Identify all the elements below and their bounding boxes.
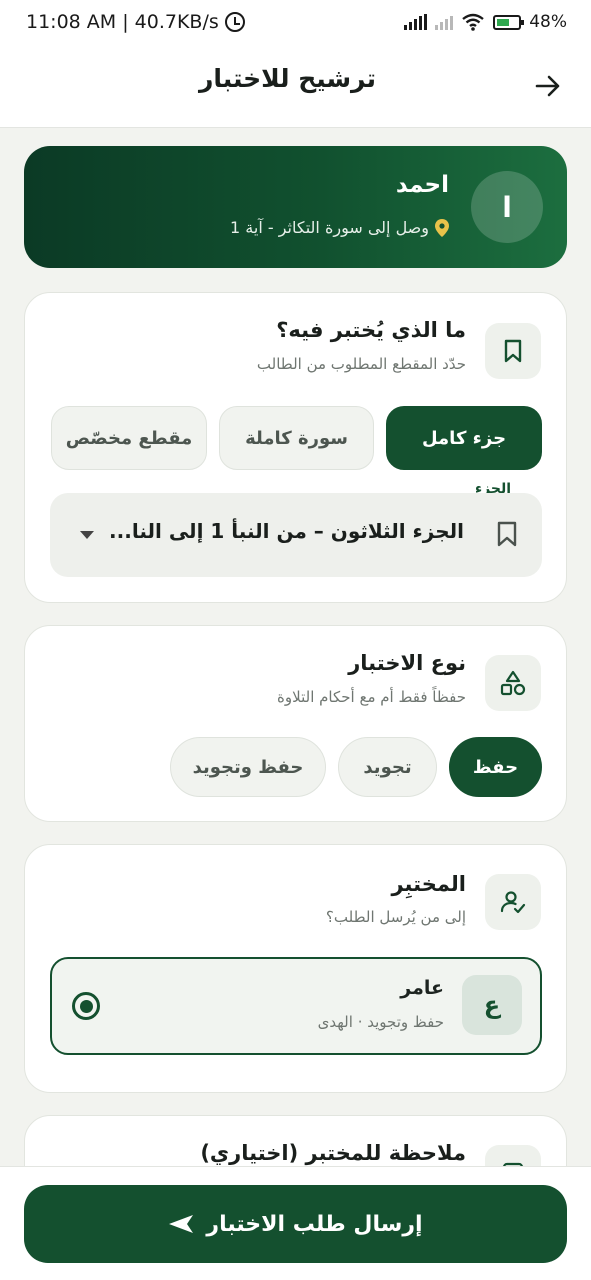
student-progress: وصل إلى سورة التكاثر - آية 1	[230, 218, 449, 237]
examiner-name: عامر	[400, 977, 444, 999]
send-icon	[169, 1215, 194, 1233]
signal-no-service-icon	[435, 14, 454, 30]
chip-full-juz[interactable]: جزء كامل	[386, 406, 542, 470]
examiner-subtitle: إلى من يُرسل الطلب؟	[325, 908, 466, 926]
back-button[interactable]	[530, 68, 566, 104]
student-progress-text: وصل إلى سورة التكاثر - آية 1	[230, 218, 429, 237]
examiner-radio[interactable]	[72, 992, 100, 1020]
examiner-card: المختبِر إلى من يُرسل الطلب؟ ع عامر حفظ …	[24, 844, 567, 1093]
exam-type-title: نوع الاختبار	[348, 651, 466, 675]
examiner-card-icon	[485, 874, 541, 930]
submit-label: إرسال طلب الاختبار	[206, 1211, 423, 1237]
status-left: 11:08 AM | 40.7KB/s	[26, 11, 245, 33]
chip-full-surah[interactable]: سورة كاملة	[219, 406, 374, 470]
chip-memorization[interactable]: حفظ	[449, 737, 542, 797]
dropdown-arrow-icon	[80, 531, 94, 539]
scope-title: ما الذي يُختبر فيه؟	[276, 318, 466, 342]
exam-type-subtitle: حفظاً فقط أم مع أحكام التلاوة	[277, 688, 466, 706]
note-title: ملاحظة للمختبر (اختياري)	[200, 1141, 466, 1165]
battery-level: 48%	[529, 12, 567, 32]
chip-tajweed[interactable]: تجويد	[338, 737, 437, 797]
scope-card: ما الذي يُختبر فيه؟ حدّد المقطع المطلوب …	[24, 292, 567, 603]
arrow-right-icon	[535, 75, 560, 97]
status-time: 11:08 AM | 40.7KB/s	[26, 11, 219, 33]
submit-exam-request-button[interactable]: إرسال طلب الاختبار	[24, 1185, 567, 1263]
exam-type-card-icon	[485, 655, 541, 711]
signal-icon	[404, 14, 428, 30]
juz-select[interactable]: الجزء الثلاثون – من النبأ 1 إلى النا...	[50, 493, 542, 577]
location-pin-icon	[435, 218, 449, 237]
page-title: ترشيح للاختبار	[198, 64, 376, 93]
status-bar: 11:08 AM | 40.7KB/s 48%	[0, 0, 591, 44]
chip-custom-passage[interactable]: مقطع مخصّص	[51, 406, 207, 470]
shapes-icon	[500, 670, 526, 696]
wifi-icon	[462, 13, 484, 31]
student-card: ا احمد وصل إلى سورة التكاثر - آية 1	[24, 146, 567, 268]
scope-subtitle: حدّد المقطع المطلوب من الطالب	[256, 355, 466, 373]
bookmark-icon	[496, 521, 518, 551]
alarm-icon	[224, 12, 245, 32]
status-right: 48%	[404, 12, 567, 32]
battery-icon	[493, 14, 525, 30]
chip-memorization-tajweed[interactable]: حفظ وتجويد	[170, 737, 326, 797]
examiner-avatar: ع	[462, 975, 522, 1035]
juz-select-value: الجزء الثلاثون – من النبأ 1 إلى النا...	[109, 519, 464, 543]
student-name: احمد	[395, 172, 449, 198]
bottom-bar: إرسال طلب الاختبار	[0, 1166, 591, 1280]
scope-card-icon	[485, 323, 541, 379]
app-header: ترشيح للاختبار	[0, 44, 591, 128]
examiner-details: حفظ وتجويد · الهدى	[317, 1013, 444, 1031]
examiner-option[interactable]: ع عامر حفظ وتجويد · الهدى	[50, 957, 542, 1055]
examiner-title: المختبِر	[391, 872, 466, 896]
exam-type-card: نوع الاختبار حفظاً فقط أم مع أحكام التلا…	[24, 625, 567, 822]
bookmark-icon	[504, 339, 522, 363]
student-avatar: ا	[471, 171, 543, 243]
user-check-icon	[500, 891, 526, 914]
